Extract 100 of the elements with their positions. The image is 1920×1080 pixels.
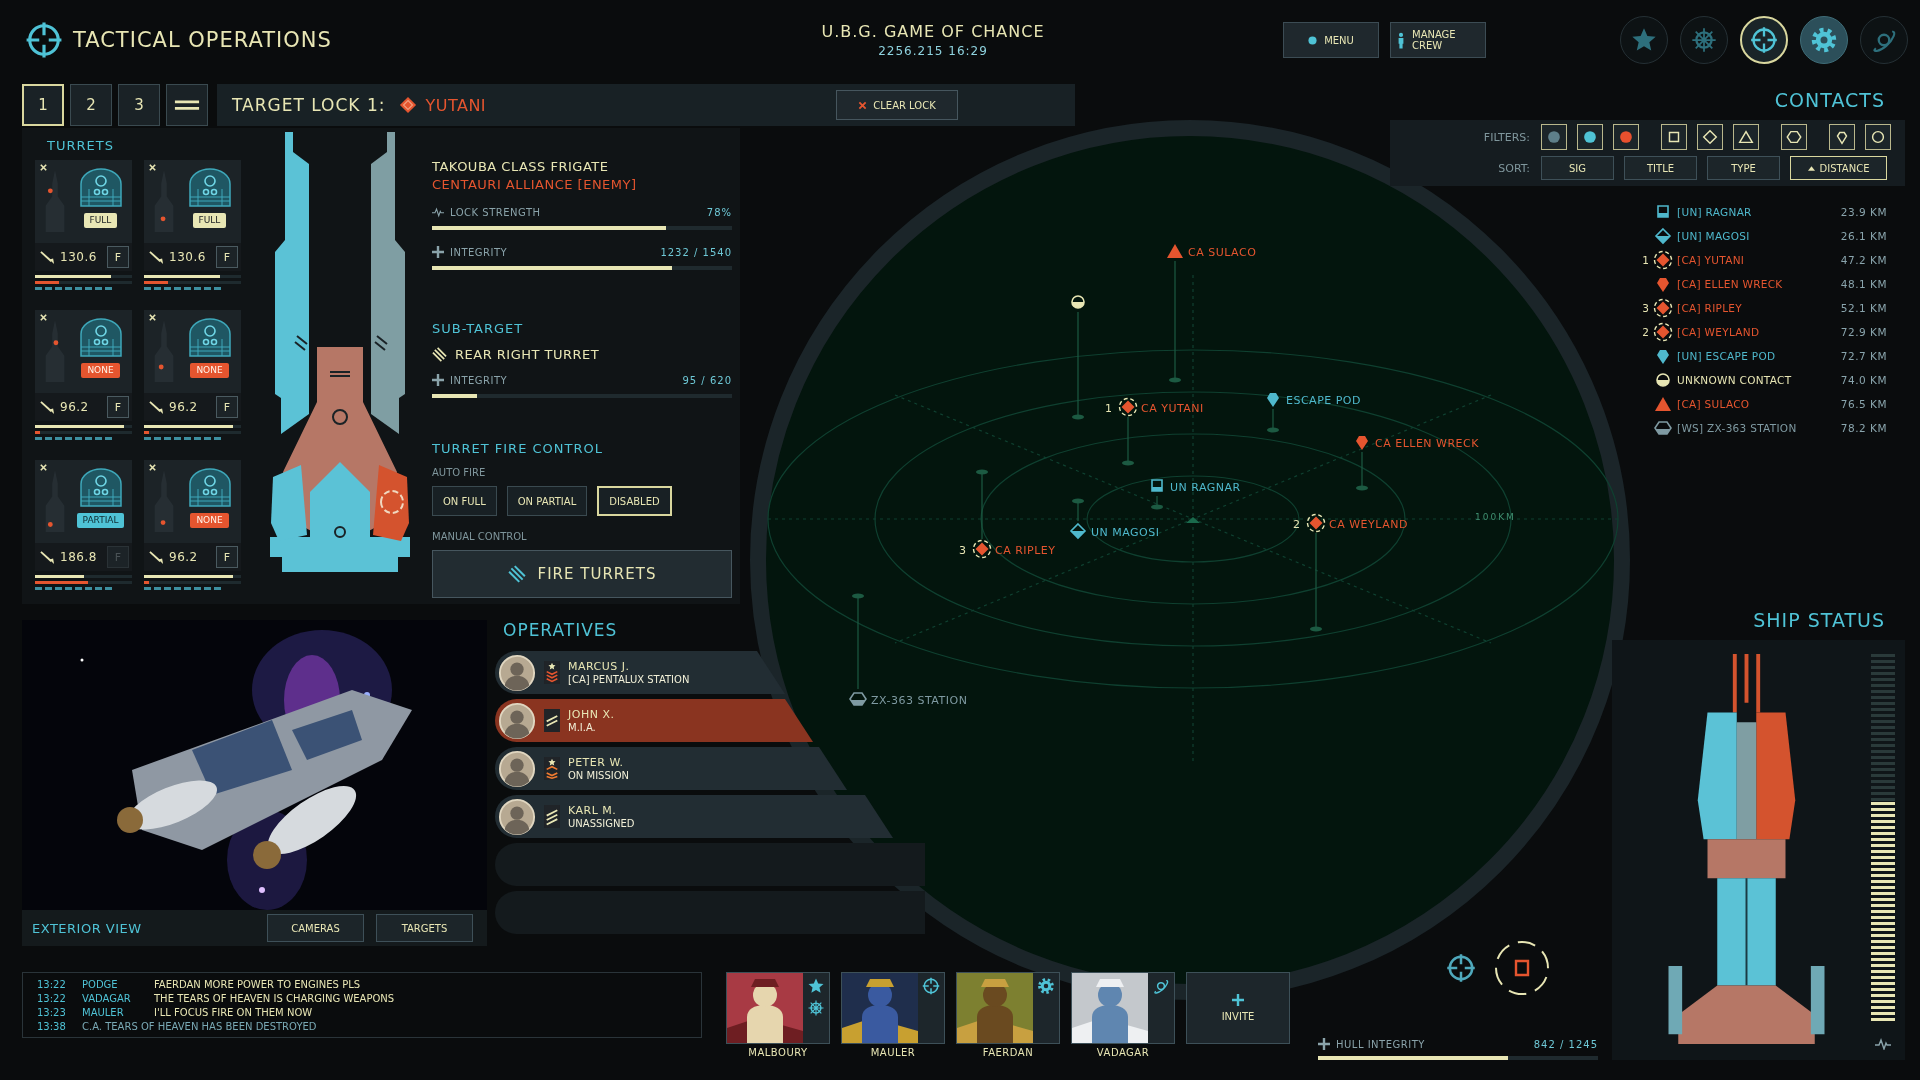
fire-button[interactable]: F [216,246,238,268]
view-button[interactable]: TARGETS [376,914,473,942]
pin-icon[interactable] [1356,436,1368,450]
rank-insignia-icon [544,661,560,684]
fire-button[interactable]: F [107,396,129,418]
operative-row[interactable]: MARCUS J. [CA] PENTALUX STATION [495,651,785,694]
auto-fire-option[interactable]: ON FULL [432,486,497,516]
leader-line [1122,416,1134,466]
close-icon[interactable] [148,313,157,322]
contact-name[interactable]: [CA] WEYLAND [1677,326,1837,338]
operative-row[interactable]: KARL M. UNASSIGNED [495,795,893,838]
fire-button[interactable]: F [107,246,129,268]
hexagon-icon[interactable] [850,693,866,705]
square-icon[interactable] [1152,480,1162,491]
weapon-icon [40,399,55,415]
contact-name[interactable]: [WS] ZX-363 STATION [1677,422,1837,434]
chat-message: FAERDAN MORE POWER TO ENGINES PLS [154,978,361,990]
settings-icon [1037,977,1055,995]
operative-row[interactable]: PETER W. ON MISSION [495,747,847,790]
timestamp: 13:22 [37,992,67,1004]
filter-button[interactable] [1829,124,1855,150]
turret-icon [186,167,233,207]
tab[interactable]: 2 [70,84,112,126]
contact-name[interactable]: [CA] SULACO [1677,398,1837,410]
sort-button[interactable]: TITLE [1624,156,1697,180]
sort-button[interactable]: DISTANCE [1790,156,1887,180]
operative-row[interactable]: JOHN X. M.I.A. [495,699,813,742]
contact-distance: 72.7 KM [1840,350,1887,362]
party-member-card[interactable] [841,972,945,1044]
filter-button[interactable] [1781,124,1807,150]
menu-button[interactable]: MENU [1283,22,1379,58]
sort-button[interactable]: TYPE [1707,156,1780,180]
operative-name: KARL M. [568,803,618,817]
weapon-icon [40,249,55,265]
target-reticle-icon[interactable] [1492,938,1552,998]
stat-label: LOCK STRENGTH [450,206,542,218]
close-icon[interactable] [39,163,48,172]
timestamp: 13:23 [37,1006,67,1018]
crosshair-icon[interactable] [1446,953,1476,983]
contact-label: ESCAPE POD [1286,394,1361,407]
mode-badge: PARTIAL [76,513,125,528]
triangle-icon[interactable] [1167,244,1183,258]
target-lock-icon[interactable] [1119,398,1137,416]
diamond-icon [399,96,418,114]
contact-name[interactable]: [UN] ESCAPE POD [1677,350,1837,362]
close-icon[interactable] [148,463,157,472]
sort-button[interactable]: SIG [1541,156,1614,180]
filter-button[interactable] [1733,124,1759,150]
manage-crew-button[interactable]: MANAGE CREW [1390,22,1486,58]
close-icon[interactable] [39,313,48,322]
contact-name[interactable]: [UN] MAGOSI [1677,230,1837,242]
auto-fire-option[interactable]: ON PARTIAL [506,486,588,516]
diamond-icon[interactable] [1071,524,1085,538]
contact-name[interactable]: [CA] ELLEN WRECK [1677,278,1837,290]
star-icon [807,977,825,995]
clear-lock-button[interactable]: CLEAR LOCK [836,90,958,120]
plus-icon [1318,1038,1330,1050]
view-button[interactable]: CAMERAS [267,914,364,942]
tab[interactable]: 3 [118,84,160,126]
leader-line [1267,408,1279,433]
filter-button[interactable] [1697,124,1723,150]
contact-label: ZX-363 STATION [871,694,968,707]
operative-name: PETER W. [568,755,625,769]
operative-name: MARCUS J. [568,659,631,673]
field-label: MANUAL CONTROL [432,530,528,544]
party-member-card[interactable] [956,972,1060,1044]
fire-button[interactable]: F [216,546,238,568]
invite-button[interactable]: INVITE [1186,972,1290,1044]
caret-icon [1807,165,1815,171]
lock-number: 2 [1293,518,1300,531]
stripes-icon [432,346,447,362]
fire-button[interactable]: F [216,396,238,418]
tab[interactable] [166,84,208,126]
filter-button[interactable] [1661,124,1687,150]
target-lock-label: TARGET LOCK 1: [232,95,386,115]
rank-insignia-icon [544,709,560,732]
section-title: SHIP STATUS [1752,608,1886,633]
target-lock-icon[interactable] [973,540,991,558]
lock-number: 3 [1642,302,1649,314]
fire-turrets-button[interactable]: FIRE TURRETS [432,550,732,598]
party-member-card[interactable] [726,972,830,1044]
contact-name[interactable]: [CA] RIPLEY [1677,302,1837,314]
leader-line [1072,498,1084,522]
tab[interactable]: 1 [22,84,64,126]
hexagon-icon [1653,418,1673,438]
ship-wheel-icon [807,999,825,1017]
contact-name[interactable]: UNKNOWN CONTACT [1677,374,1837,386]
party-member-card[interactable] [1071,972,1175,1044]
contact-name[interactable]: [UN] RAGNAR [1677,206,1837,218]
ship-wheel-icon [1690,26,1718,54]
pin-icon[interactable] [1267,393,1279,407]
auto-fire-option[interactable]: DISABLED [597,486,672,516]
close-icon[interactable] [39,463,48,472]
nav-button[interactable] [1800,16,1848,64]
contact-name[interactable]: [CA] YUTANI [1677,254,1837,266]
sender-name: MAULER [82,1006,125,1018]
close-icon[interactable] [148,163,157,172]
crosshair-icon [1750,26,1778,54]
target-lock-icon[interactable] [1307,514,1325,532]
filter-button[interactable] [1865,124,1891,150]
